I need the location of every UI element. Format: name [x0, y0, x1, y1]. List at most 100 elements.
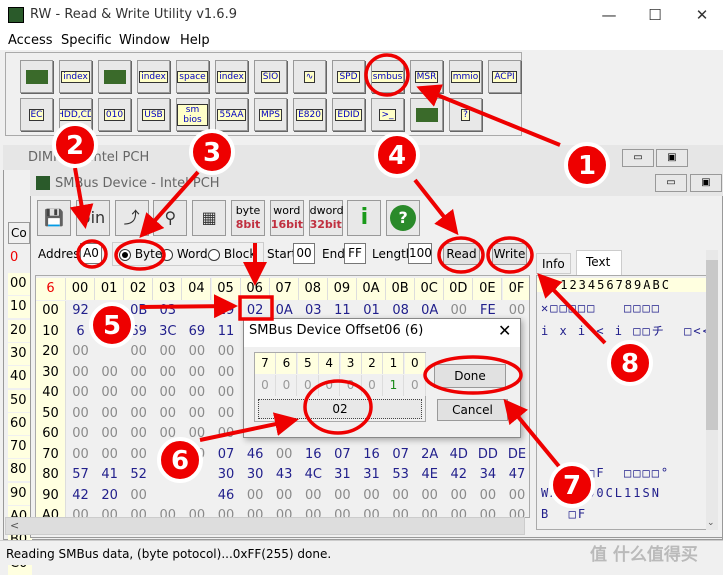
hex-cell[interactable]: 00 [241, 486, 270, 507]
hex-cell[interactable]: 00 [357, 486, 386, 507]
hex-cell[interactable]: 0B [124, 301, 153, 322]
hex-cell[interactable]: 00 [182, 404, 211, 425]
hex-cell[interactable]: 00 [212, 424, 241, 445]
mmio-button[interactable]: mmio [449, 60, 482, 93]
hex-cell[interactable]: 69 [124, 322, 153, 343]
mode-word-radio[interactable]: Word [161, 247, 208, 261]
menu-access[interactable]: Access [8, 33, 53, 48]
hex-cell[interactable]: 00 [153, 383, 182, 404]
dimm-tab-partial[interactable]: Co [8, 222, 30, 244]
cancel-button[interactable]: Cancel [437, 399, 508, 421]
hex-cell[interactable]: 00 [66, 445, 95, 466]
io-space-button[interactable]: space [176, 60, 209, 93]
hex-cell[interactable]: 53 [386, 465, 415, 486]
msr-button[interactable]: MSR [410, 60, 443, 93]
hex-cell[interactable]: 00 [212, 363, 241, 384]
hex-cell[interactable]: 00 [270, 486, 299, 507]
hex-cell[interactable]: 00 [95, 445, 124, 466]
bit-toggle[interactable]: 1 [383, 375, 405, 396]
acpi-button[interactable]: ACPI [488, 60, 521, 93]
hex-cell[interactable]: 57 [66, 465, 95, 486]
hex-cell[interactable]: 00 [299, 486, 328, 507]
hex-cell[interactable]: 00 [182, 342, 211, 363]
save-bin-button[interactable]: bin [75, 200, 110, 236]
window-button[interactable]: ▦ [192, 200, 227, 236]
hex-cell[interactable]: 00 [386, 486, 415, 507]
hex-cell[interactable]: 46 [241, 445, 270, 466]
bit-toggle[interactable]: 0 [298, 375, 319, 396]
dialog-value-field[interactable]: 02 [258, 399, 422, 419]
hex-cell[interactable]: 00 [503, 486, 530, 507]
hex-cell[interactable]: 00 [124, 486, 153, 507]
tab-info[interactable]: Info [536, 253, 571, 274]
pci-index-button[interactable]: index [59, 60, 92, 93]
hex-cell[interactable]: 00 [124, 363, 153, 384]
hex-cell[interactable]: 42 [66, 486, 95, 507]
hex-cell[interactable]: 00 [270, 445, 299, 466]
scroll-left-icon[interactable]: < [6, 519, 19, 532]
smbus-minimize-button[interactable]: ▭ [655, 174, 687, 192]
maximize-button[interactable]: ☐ [640, 4, 670, 26]
bit-toggle[interactable]: 0 [362, 375, 383, 396]
hdd-cd-button[interactable]: HDD,CD [59, 98, 92, 131]
bit-toggle[interactable]: 0 [276, 375, 298, 396]
help-button[interactable]: ? [449, 98, 482, 131]
hex-cell[interactable]: 00 [124, 424, 153, 445]
hex-cell[interactable] [182, 465, 211, 486]
hex-cell[interactable]: 30 [212, 465, 241, 486]
end-input[interactable]: FF [344, 243, 366, 264]
help-button[interactable]: ? [386, 200, 421, 236]
mps-button[interactable]: MPS [254, 98, 287, 131]
bit-toggle[interactable]: 0 [405, 375, 426, 396]
usb-button[interactable]: USB [137, 98, 170, 131]
hex-cell[interactable]: 41 [95, 465, 124, 486]
hex-cell[interactable]: DE [503, 445, 530, 466]
hex-cell[interactable]: 00 [153, 342, 182, 363]
read-button[interactable]: Read [443, 243, 480, 265]
hex-cell[interactable]: 00 [153, 404, 182, 425]
55aa-button[interactable]: 55AA [215, 98, 248, 131]
bit-toggle[interactable]: 0 [255, 375, 276, 396]
hex-cell[interactable]: 00 [182, 383, 211, 404]
hex-cell[interactable]: 46 [212, 486, 241, 507]
command-button[interactable]: >_ [371, 98, 404, 131]
hex-cell[interactable]: 4E [415, 465, 444, 486]
memory-button[interactable] [98, 60, 131, 93]
hex-cell[interactable]: 52 [124, 465, 153, 486]
close-button[interactable]: ✕ [687, 4, 717, 26]
hex-cell[interactable]: 2A [415, 445, 444, 466]
hex-cell[interactable]: 34 [473, 465, 502, 486]
pci-button[interactable] [20, 60, 53, 93]
hex-cell[interactable]: 03 [153, 301, 182, 322]
dword-32bit-button[interactable]: dword 32bit [308, 200, 344, 236]
dimm-minimize-button[interactable]: ▭ [622, 149, 654, 167]
hex-cell[interactable]: 00 [66, 383, 95, 404]
vertical-scrollbar[interactable]: ⌄ [706, 250, 718, 530]
hex-cell[interactable]: 43 [270, 465, 299, 486]
hex-cell[interactable]: 00 [473, 486, 502, 507]
ec-button[interactable]: EC [20, 98, 53, 131]
hex-cell[interactable]: 00 [66, 342, 95, 363]
write-button[interactable]: Write [492, 243, 527, 265]
menu-window[interactable]: Window [119, 33, 170, 48]
hex-cell[interactable]: 00 [95, 383, 124, 404]
hex-cell[interactable]: 00 [444, 486, 473, 507]
hex-cell[interactable] [95, 322, 124, 343]
mode-byte-radio[interactable]: Byte [119, 247, 162, 261]
oscilloscope-button[interactable]: ∿ [293, 60, 326, 93]
hex-cell[interactable]: 00 [153, 424, 182, 445]
hex-cell[interactable]: 00 [124, 342, 153, 363]
hex-cell[interactable] [182, 486, 211, 507]
hex-cell[interactable]: 30 [241, 465, 270, 486]
done-button[interactable]: Done [434, 364, 506, 388]
hex-cell[interactable]: 3C [153, 322, 182, 343]
bit-toggle[interactable]: 0 [341, 375, 362, 396]
hex-cell[interactable]: 31 [328, 465, 357, 486]
edid-button[interactable]: EDID [332, 98, 365, 131]
hex-cell[interactable]: 16 [357, 445, 386, 466]
hex-cell[interactable]: 00 [153, 363, 182, 384]
hex-cell[interactable]: 69 [182, 322, 211, 343]
device-button[interactable] [410, 98, 443, 131]
info-button[interactable]: i [347, 200, 382, 236]
hex-cell[interactable]: 00 [182, 424, 211, 445]
